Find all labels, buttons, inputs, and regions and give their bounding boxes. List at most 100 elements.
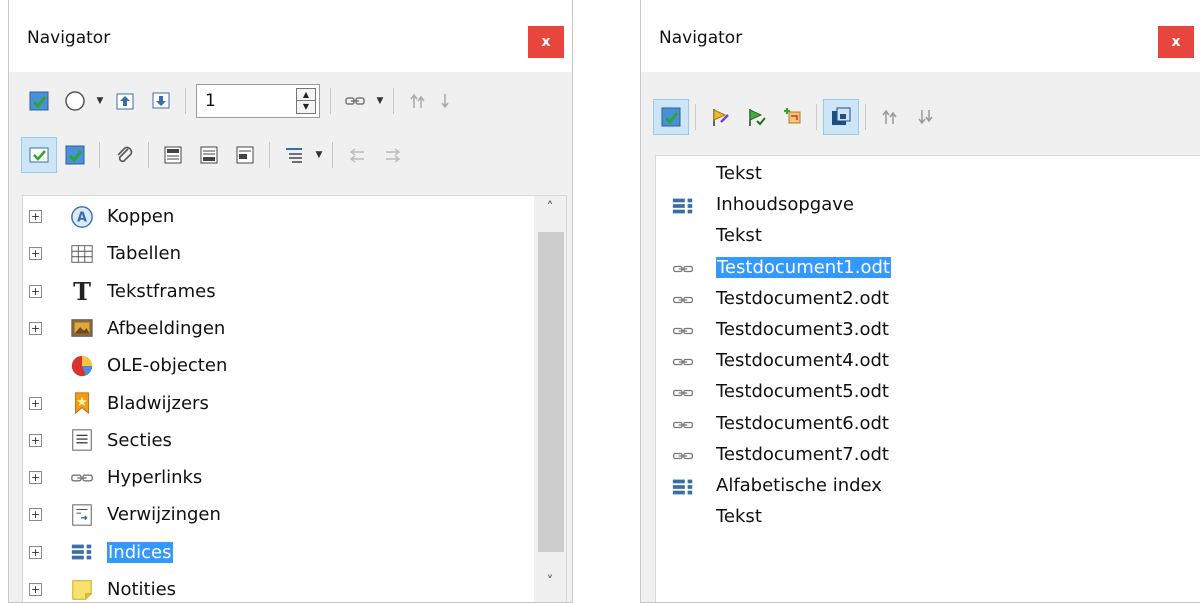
- tree-item[interactable]: Testdocument1.odt: [656, 254, 1186, 285]
- tree-item-label: Testdocument7.odt: [716, 443, 889, 465]
- content-view-icon: [65, 145, 85, 165]
- promote-level-button[interactable]: [339, 137, 375, 173]
- update-flag-icon: [749, 109, 766, 126]
- tree-item[interactable]: Tekst: [656, 503, 1186, 534]
- edit-button[interactable]: [702, 99, 738, 135]
- promote-chapter-button[interactable]: [400, 83, 436, 119]
- expand-toggle-icon[interactable]: +: [29, 471, 42, 485]
- scroll-up-arrow[interactable]: ˄: [534, 200, 566, 224]
- ole-object-icon: [69, 353, 95, 379]
- content-view-button[interactable]: [653, 99, 689, 135]
- page-up-icon: [116, 93, 134, 110]
- link-icon: [670, 380, 696, 406]
- expand-toggle-icon[interactable]: +: [29, 433, 42, 447]
- content-view-button[interactable]: [57, 137, 93, 173]
- next-object-button[interactable]: [143, 83, 179, 119]
- tree-item[interactable]: Testdocument6.odt: [656, 410, 1186, 441]
- navigation-button[interactable]: [57, 83, 93, 119]
- footer-button[interactable]: [191, 137, 227, 173]
- content-tree[interactable]: + A Koppen + Tabellen + T Tekstframes + Afbeeldin…: [22, 195, 567, 602]
- compass-icon: [65, 91, 85, 111]
- close-button[interactable]: [1158, 26, 1194, 58]
- toggle-button[interactable]: [21, 137, 57, 173]
- insert-button[interactable]: [774, 99, 810, 135]
- tree-item-label: Afbeeldingen: [107, 317, 226, 339]
- tree-item-secties[interactable]: + Secties: [23, 422, 536, 459]
- move-up-button[interactable]: [872, 99, 908, 135]
- reminder-button[interactable]: [106, 137, 142, 173]
- link-icon: [670, 443, 696, 469]
- tree-item-notities[interactable]: + Notities: [23, 571, 536, 602]
- tree-item-bladwijzers[interactable]: + Bladwijzers: [23, 385, 536, 422]
- expand-toggle-icon[interactable]: +: [29, 583, 42, 596]
- tree-item[interactable]: Testdocument4.odt: [656, 347, 1186, 378]
- promote-arrow-icon: [349, 148, 364, 163]
- hyperlink-icon: [69, 465, 95, 491]
- tree-item-afbeeldingen[interactable]: + Afbeeldingen: [23, 310, 536, 347]
- content-navigation-view-button[interactable]: [21, 83, 57, 119]
- tree-item[interactable]: Inhoudsopgave: [656, 191, 1186, 222]
- tree-item-label: Verwijzingen: [107, 504, 221, 526]
- expand-toggle-icon[interactable]: +: [29, 247, 42, 261]
- expand-toggle-icon[interactable]: +: [29, 545, 42, 559]
- close-button[interactable]: [528, 26, 564, 58]
- header-icon: [164, 146, 182, 164]
- update-button[interactable]: [738, 99, 774, 135]
- save-contents-button[interactable]: [823, 99, 859, 135]
- tree-item-label: Secties: [107, 429, 172, 451]
- tree-item[interactable]: Testdocument5.odt: [656, 378, 1186, 409]
- page-number-spinbox[interactable]: 1 ▲ ▼: [196, 84, 320, 118]
- move-down-button[interactable]: [908, 99, 944, 135]
- demote-chapter-button[interactable]: [436, 83, 460, 119]
- title-bar: Navigator: [9, 0, 572, 72]
- content-tree[interactable]: Tekst Inhoudsopgave Tekst Testdocument1.odt…: [655, 155, 1200, 602]
- scrollbar-thumb[interactable]: [538, 232, 564, 552]
- header-button[interactable]: [155, 137, 191, 173]
- anchor-button[interactable]: [227, 137, 263, 173]
- previous-object-button[interactable]: [107, 83, 143, 119]
- vertical-scrollbar[interactable]: ˄ ˅: [534, 196, 566, 602]
- save-contents-icon: [832, 107, 851, 125]
- tree-item-label: Testdocument3.odt: [716, 319, 889, 340]
- expand-toggle-icon[interactable]: +: [29, 396, 42, 410]
- tree-item-label: Tekst: [716, 225, 762, 247]
- drag-mode-button[interactable]: [337, 83, 373, 119]
- index-icon: [69, 539, 95, 565]
- link-icon: [670, 318, 696, 344]
- heading-levels-dropdown-arrow[interactable]: ▼: [312, 137, 326, 173]
- expand-toggle-icon[interactable]: +: [29, 284, 42, 298]
- anchor-page-icon: [236, 146, 254, 164]
- tree-item-indices[interactable]: + Indices: [23, 534, 536, 571]
- expand-toggle-icon[interactable]: +: [29, 210, 42, 223]
- tree-item-verwijzingen[interactable]: + Verwijzingen: [23, 496, 536, 533]
- tree-item[interactable]: Alfabetische index: [656, 472, 1186, 503]
- tree-item[interactable]: Tekst: [656, 222, 1186, 253]
- drag-mode-dropdown-arrow[interactable]: ▼: [373, 83, 387, 119]
- tree-item-ole-objecten[interactable]: OLE-objecten: [23, 347, 536, 384]
- tree-item-tekstframes[interactable]: + T Tekstframes: [23, 273, 536, 310]
- separator: [148, 142, 149, 168]
- tree-item-tabellen[interactable]: + Tabellen: [23, 235, 536, 272]
- tree-item[interactable]: Testdocument2.odt: [656, 285, 1186, 316]
- hyperlink-chain-icon: [345, 97, 365, 105]
- tree-item[interactable]: Testdocument7.odt: [656, 441, 1186, 472]
- tree-item-hyperlinks[interactable]: + Hyperlinks: [23, 459, 536, 496]
- scroll-down-arrow[interactable]: ˅: [534, 574, 566, 598]
- tree-item[interactable]: Testdocument3.odt: [656, 316, 1186, 347]
- demote-level-button[interactable]: [375, 137, 411, 173]
- edit-flag-icon: [713, 109, 729, 126]
- reference-icon: [69, 502, 95, 528]
- tree-item-label: Testdocument5.odt: [716, 381, 889, 403]
- heading-levels-button[interactable]: [276, 137, 312, 173]
- content-view-icon: [661, 107, 681, 127]
- tree-item-koppen[interactable]: + A Koppen: [23, 198, 536, 235]
- link-icon: [670, 287, 696, 313]
- toolbar-row: [641, 94, 944, 140]
- image-icon: [69, 315, 95, 341]
- navigation-dropdown-arrow[interactable]: ▼: [93, 83, 107, 119]
- tree-item[interactable]: Tekst: [656, 160, 1186, 191]
- expand-toggle-icon[interactable]: +: [29, 508, 42, 522]
- text-frame-icon: T: [69, 278, 95, 304]
- spin-buttons[interactable]: ▲ ▼: [296, 88, 316, 114]
- expand-toggle-icon[interactable]: +: [29, 321, 42, 335]
